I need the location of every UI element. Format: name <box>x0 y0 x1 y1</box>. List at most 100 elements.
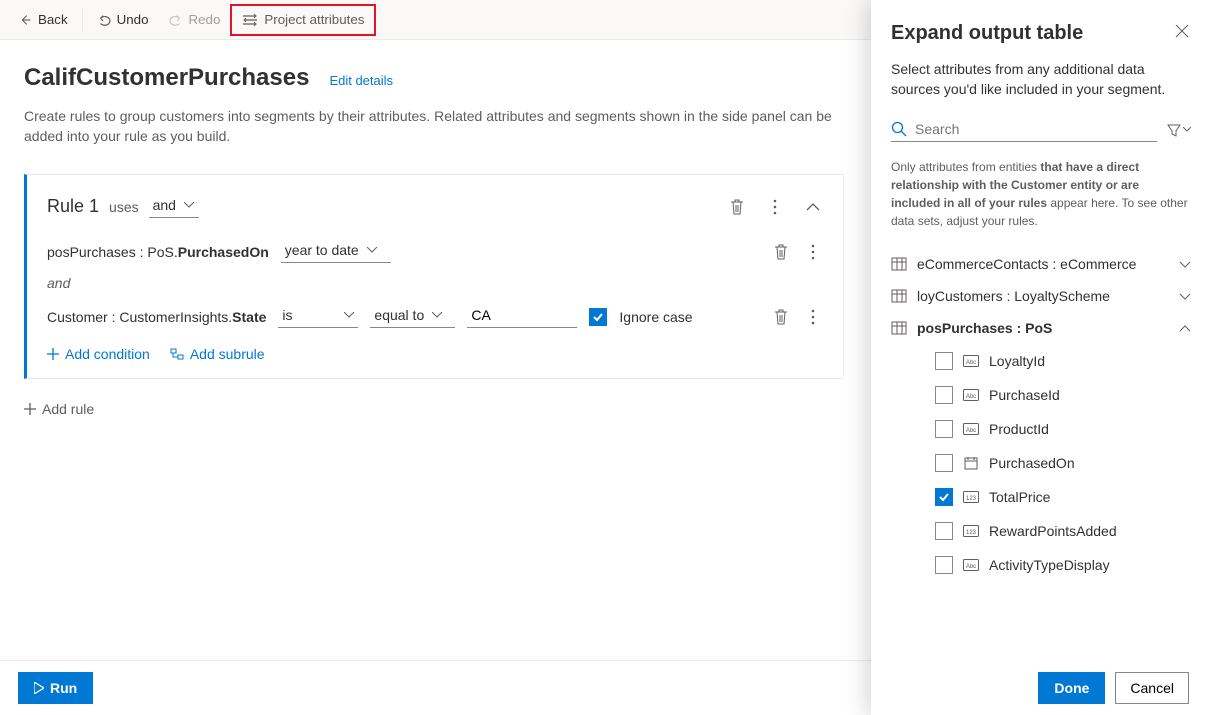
rule-logic-value: and <box>153 197 176 213</box>
rule-name: Rule 1 <box>47 196 99 217</box>
subrule-icon <box>170 348 184 360</box>
attribute-row[interactable]: 123TotalPrice <box>891 480 1191 514</box>
attribute-checkbox[interactable] <box>935 420 953 438</box>
rule-more-button[interactable] <box>765 197 785 217</box>
rule-header-actions <box>727 197 823 217</box>
project-attributes-button[interactable]: Project attributes <box>232 4 374 36</box>
rule-logic-dropdown[interactable]: and <box>149 195 199 218</box>
expand-output-panel: Expand output table Select attributes fr… <box>871 0 1207 715</box>
redo-icon <box>169 13 183 27</box>
rule-card: Rule 1 uses and posPurchases : PoS.Purch… <box>24 174 844 379</box>
panel-body: Expand output table Select attributes fr… <box>891 22 1191 655</box>
filter-button[interactable] <box>1167 123 1191 137</box>
svg-text:123: 123 <box>966 496 977 502</box>
attribute-row[interactable]: Abc LoyaltyId <box>891 344 1191 378</box>
condition2-label: Customer : CustomerInsights.State <box>47 309 266 325</box>
play-icon <box>34 682 44 694</box>
delete-rule-button[interactable] <box>727 197 747 217</box>
attribute-label: RewardPointsAdded <box>989 523 1117 539</box>
entity-row[interactable]: eCommerceContacts : eCommerce <box>891 248 1191 280</box>
add-subrule-button[interactable]: Add subrule <box>170 346 265 362</box>
attribute-checkbox[interactable] <box>935 556 953 574</box>
attribute-row[interactable]: AbcPurchaseId <box>891 378 1191 412</box>
main-content: CalifCustomerPurchases Edit details Crea… <box>0 40 868 427</box>
undo-button[interactable]: Undo <box>87 4 159 36</box>
add-condition-label: Add condition <box>65 346 150 362</box>
attribute-checkbox[interactable] <box>935 386 953 404</box>
panel-cancel-label: Cancel <box>1130 680 1174 696</box>
undo-icon <box>97 13 111 27</box>
attribute-checkbox[interactable] <box>935 454 953 472</box>
condition1-op-dropdown[interactable]: year to date <box>281 240 391 263</box>
entity-row[interactable]: posPurchases : PoS <box>891 312 1191 344</box>
condition2-op2-dropdown[interactable]: equal to <box>370 305 455 328</box>
search-row <box>891 117 1191 142</box>
back-button[interactable]: Back <box>8 4 78 36</box>
delete-condition1-button[interactable] <box>771 242 791 262</box>
redo-label: Redo <box>189 12 221 27</box>
attribute-type-icon: Abc <box>963 423 979 435</box>
condition2-op1-dropdown[interactable]: is <box>278 305 358 328</box>
condition1-label: posPurchases : PoS.PurchasedOn <box>47 244 269 260</box>
back-label: Back <box>38 12 68 27</box>
run-button[interactable]: Run <box>18 672 93 704</box>
svg-text:Abc: Abc <box>966 428 976 434</box>
rule-add-row: Add condition Add subrule <box>47 346 823 362</box>
chevron-down-icon <box>184 202 194 208</box>
panel-cancel-button[interactable]: Cancel <box>1115 672 1189 704</box>
attribute-type-icon: Abc <box>963 559 979 571</box>
search-box <box>891 117 1157 142</box>
attribute-type-icon: 123 <box>963 525 979 537</box>
run-label: Run <box>50 680 77 696</box>
undo-label: Undo <box>117 12 149 27</box>
table-icon <box>891 289 907 303</box>
attribute-row[interactable]: PurchasedOn <box>891 446 1191 480</box>
condition2-op1-value: is <box>282 307 292 323</box>
svg-text:Abc: Abc <box>966 564 976 570</box>
add-rule-row: Add rule <box>24 391 844 427</box>
panel-close-button[interactable] <box>1175 24 1189 38</box>
add-rule-button[interactable]: Add rule <box>24 401 844 417</box>
redo-button[interactable]: Redo <box>159 4 231 36</box>
chevron-down-icon <box>367 247 377 253</box>
condition-row-2: Customer : CustomerInsights.State is equ… <box>47 305 823 328</box>
page-description: Create rules to group customers into seg… <box>24 106 844 146</box>
chevron-down-icon <box>432 312 442 318</box>
attribute-checkbox[interactable] <box>935 352 953 370</box>
attribute-label: LoyaltyId <box>989 353 1045 369</box>
svg-text:Abc: Abc <box>966 360 976 366</box>
panel-description: Select attributes from any additional da… <box>891 59 1191 99</box>
page-title: CalifCustomerPurchases <box>24 64 309 92</box>
attribute-checkbox[interactable] <box>935 488 953 506</box>
attribute-type-icon: 123 <box>963 491 979 503</box>
delete-condition2-button[interactable] <box>771 307 791 327</box>
ignore-case-checkbox[interactable] <box>589 308 607 326</box>
add-subrule-label: Add subrule <box>190 346 265 362</box>
condition2-op2-value: equal to <box>374 307 424 323</box>
panel-footer: Done Cancel <box>871 660 1207 715</box>
entity-row[interactable]: loyCustomers : LoyaltyScheme <box>891 280 1191 312</box>
attribute-row[interactable]: Abc ActivityTypeDisplay <box>891 548 1191 582</box>
svg-text:123: 123 <box>966 530 977 536</box>
attribute-row[interactable]: 123 RewardPointsAdded <box>891 514 1191 548</box>
rule-uses-label: uses <box>109 199 139 215</box>
panel-note: Only attributes from entities that have … <box>891 158 1191 230</box>
chevron-up-icon <box>1179 325 1191 332</box>
attribute-label: PurchasedOn <box>989 455 1075 471</box>
condition1-more-button[interactable] <box>803 242 823 262</box>
collapse-rule-button[interactable] <box>803 197 823 217</box>
attribute-label: ActivityTypeDisplay <box>989 557 1110 573</box>
condition2-value-input[interactable] <box>467 305 577 328</box>
search-input[interactable] <box>915 121 1157 137</box>
project-attributes-icon <box>242 13 258 27</box>
chevron-down-icon <box>1183 127 1191 132</box>
search-icon <box>891 121 907 137</box>
attribute-row[interactable]: AbcProductId <box>891 412 1191 446</box>
condition2-more-button[interactable] <box>803 307 823 327</box>
table-icon <box>891 257 907 271</box>
add-rule-label: Add rule <box>42 401 94 417</box>
done-button[interactable]: Done <box>1038 672 1105 704</box>
add-condition-button[interactable]: Add condition <box>47 346 150 362</box>
attribute-checkbox[interactable] <box>935 522 953 540</box>
edit-details-link[interactable]: Edit details <box>329 73 393 88</box>
